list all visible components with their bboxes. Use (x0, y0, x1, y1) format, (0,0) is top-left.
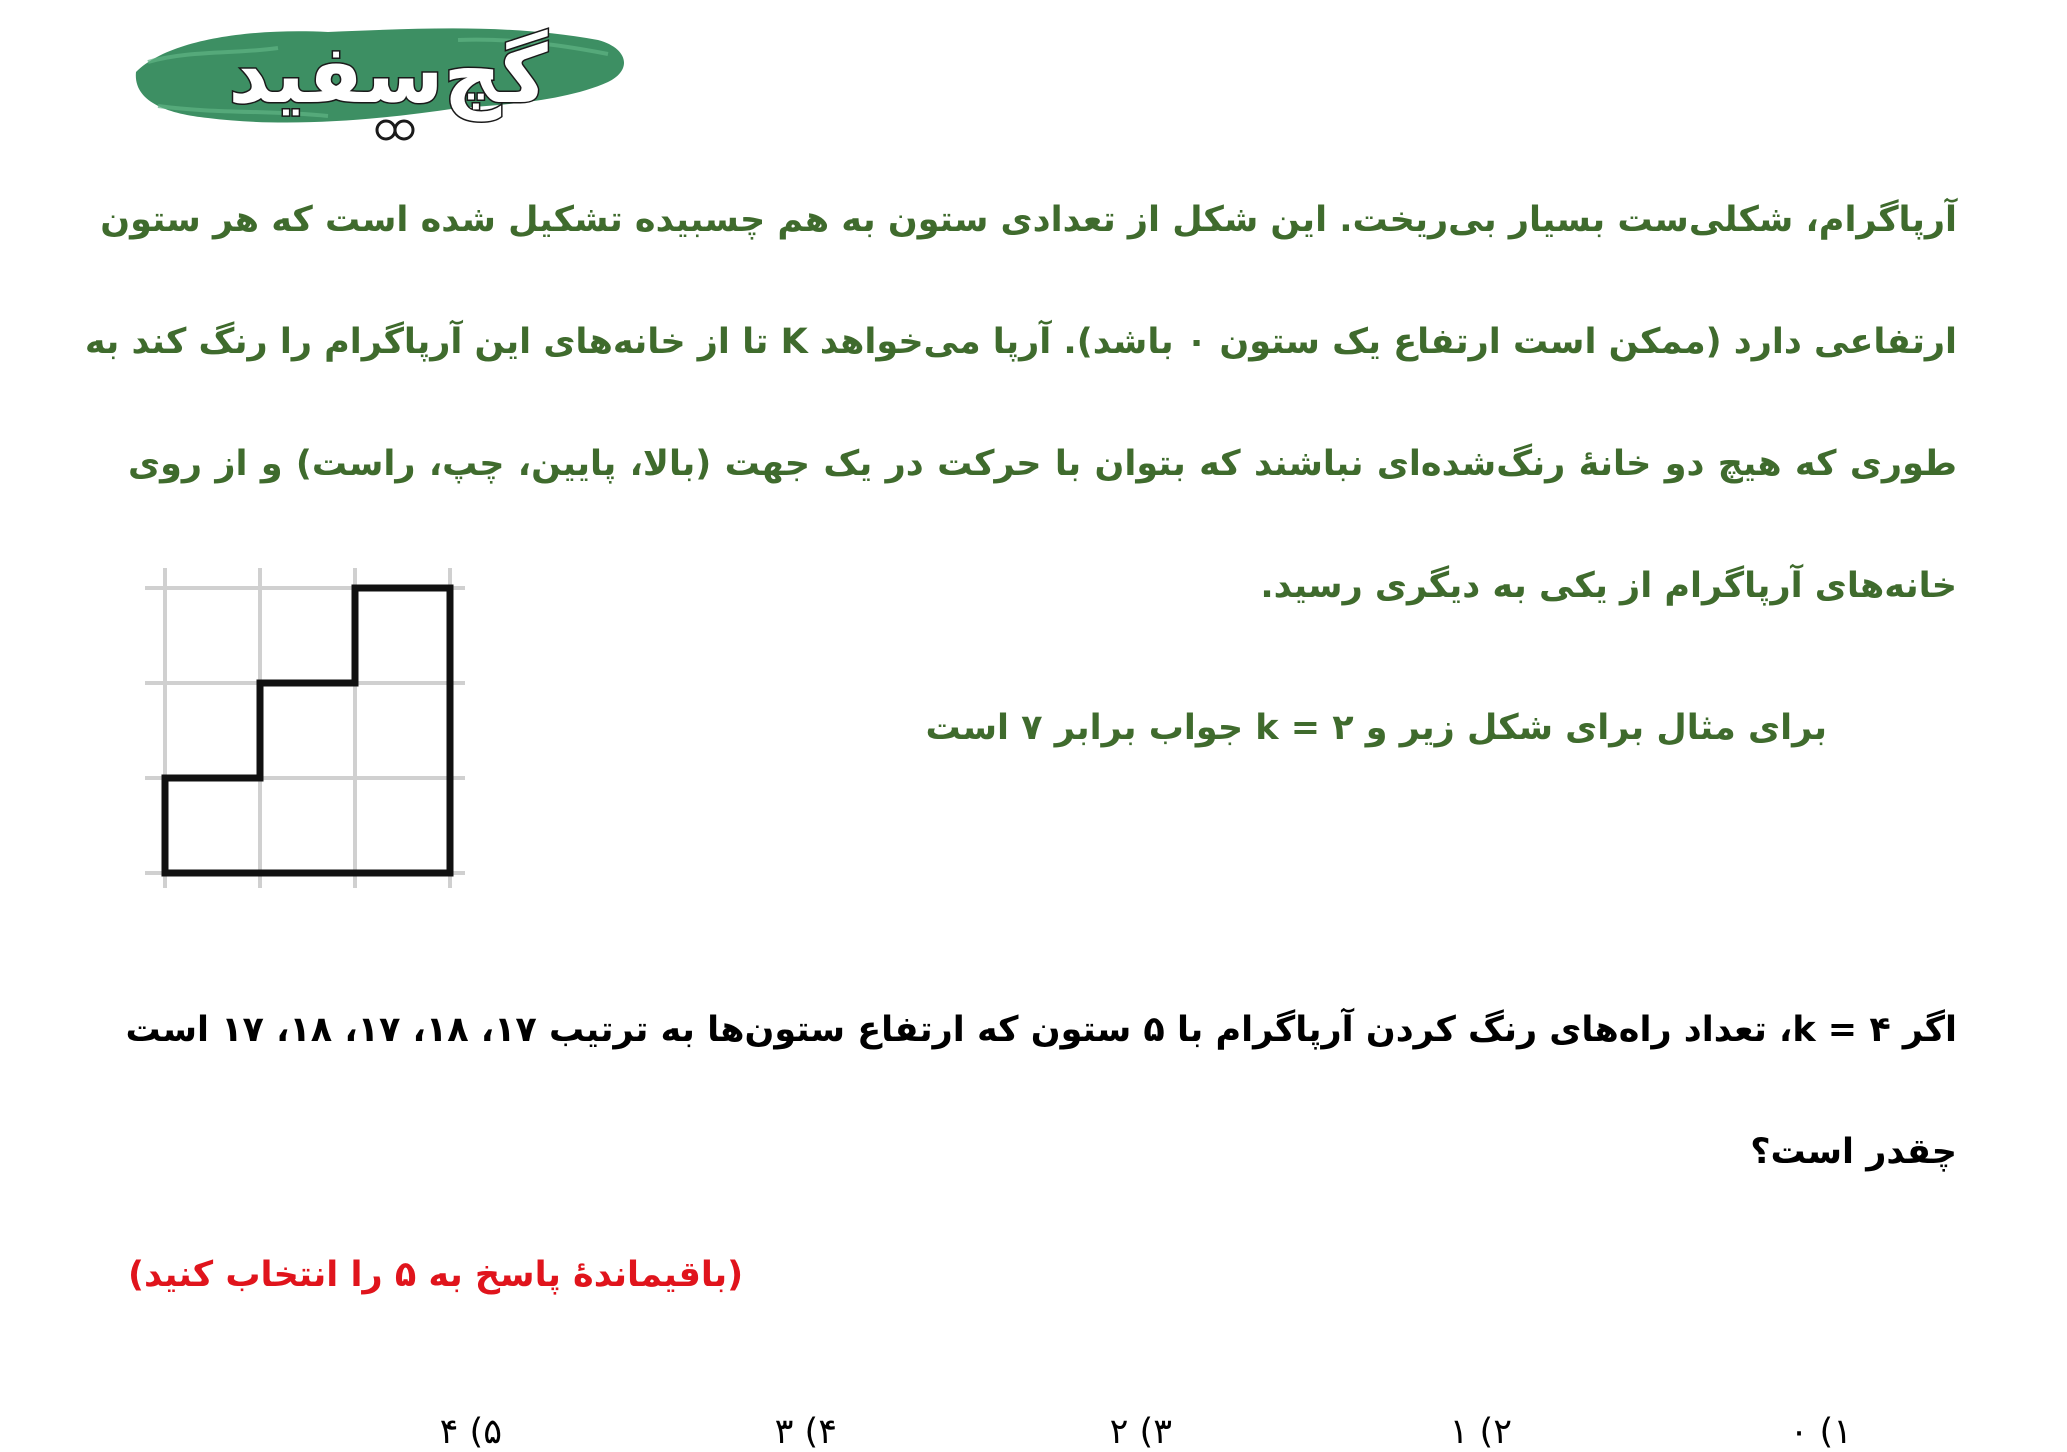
question-line-2: چقدر است؟ (1750, 1132, 1957, 1172)
arpagram-figure (145, 568, 465, 888)
logo-text: گچ‌سفید (228, 28, 548, 122)
choice-1[interactable]: ۱) ۰ (1790, 1412, 1852, 1452)
remainder-note: (باقیماندهٔ پاسخ به ۵ را انتخاب کنید) (128, 1255, 744, 1295)
question-line-1: اگر k = ۴، تعداد راه‌های رنگ کردن آرپاگر… (125, 1010, 1957, 1050)
choice-4[interactable]: ۴) ۳ (775, 1412, 837, 1452)
intro-line-3: طوری که هیچ دو خانهٔ رنگ‌شده‌ای نباشند ک… (128, 444, 1957, 484)
gach-sefid-logo: گچ‌سفید (135, 27, 625, 141)
example-text: برای مثال برای شکل زیر و k = ۲ جواب براب… (925, 708, 1827, 748)
intro-line-2: ارتفاعی دارد (ممکن است ارتفاع یک ستون ۰ … (84, 322, 1957, 362)
choice-3[interactable]: ۳) ۲ (1110, 1412, 1172, 1452)
choice-2[interactable]: ۲) ۱ (1450, 1412, 1512, 1452)
choice-5[interactable]: ۵) ۴ (440, 1412, 502, 1452)
intro-line-1: آرپاگرام، شکلی‌ست بسیار بی‌ریخت. این شکل… (100, 200, 1957, 240)
figure-outline (161, 584, 454, 877)
figure-grid (145, 568, 465, 888)
